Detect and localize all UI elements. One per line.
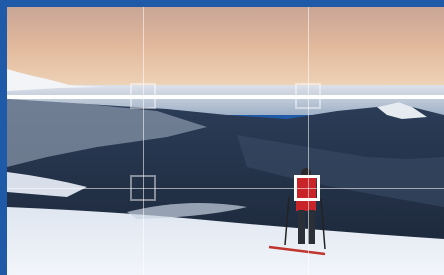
focus-point-bottom-right[interactable] <box>294 175 320 201</box>
grid-line-horizontal-2 <box>7 188 444 189</box>
landscape-photo <box>7 7 444 275</box>
viewfinder-frame <box>0 0 444 275</box>
grid-line-vertical-1 <box>143 7 144 275</box>
focus-point-bottom-left[interactable] <box>130 175 156 201</box>
grid-line-vertical-2 <box>308 7 309 275</box>
horizon-guide[interactable] <box>7 95 444 99</box>
camera-preview[interactable] <box>7 7 444 275</box>
focus-point-top-right[interactable] <box>295 83 321 109</box>
focus-point-top-left[interactable] <box>130 83 156 109</box>
